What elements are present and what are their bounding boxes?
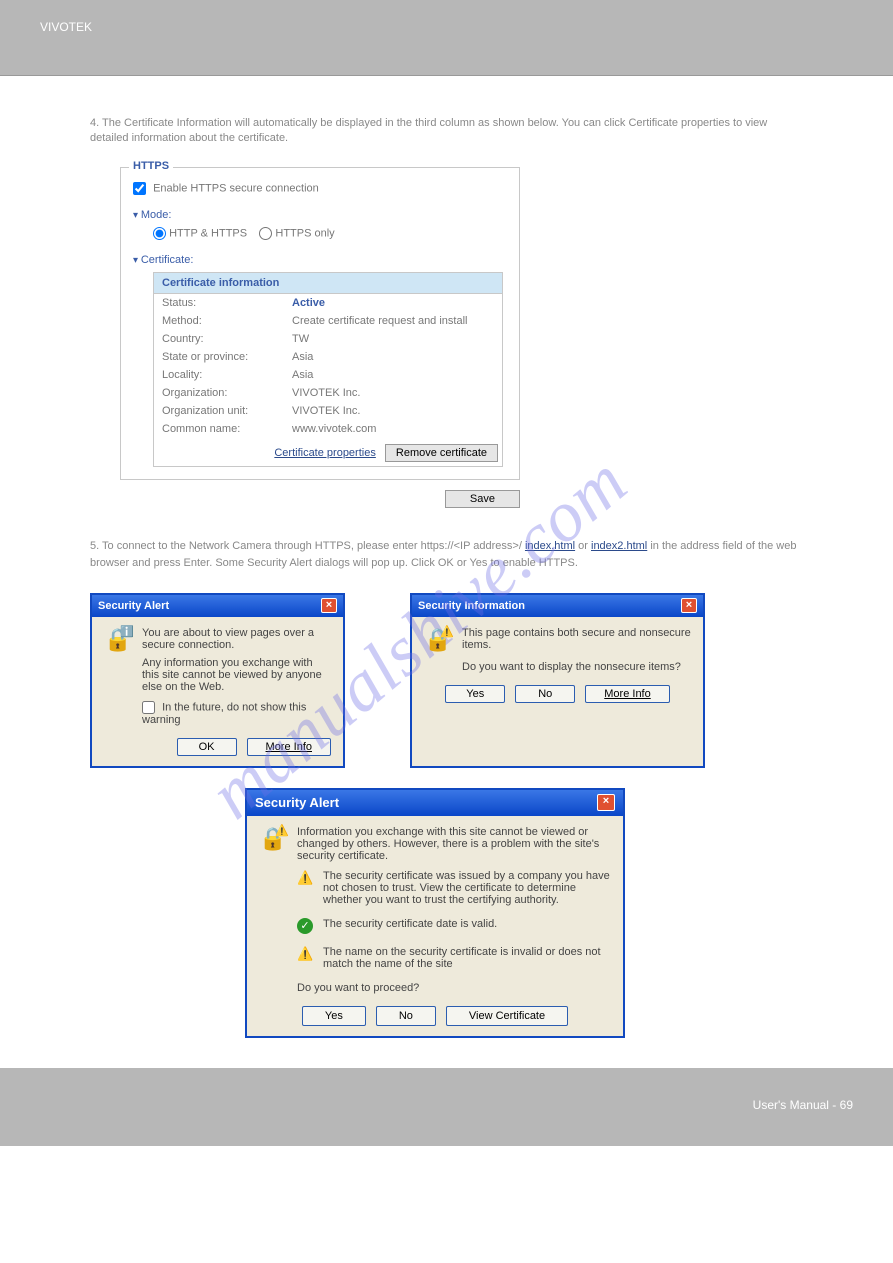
enable-https-row: Enable HTTPS secure connection xyxy=(133,182,507,195)
cert-row: Status:Active xyxy=(154,294,502,312)
lock-warn-icon xyxy=(259,826,287,854)
footer-right: User's Manual - 69 xyxy=(753,1098,853,1112)
dialog-body: Information you exchange with this site … xyxy=(247,816,623,1036)
lock-warn-icon xyxy=(424,627,452,655)
close-icon[interactable]: × xyxy=(597,794,615,811)
dialog-intro: Information you exchange with this site … xyxy=(297,826,611,862)
dialogs-row: Security Alert × You are about to view p… xyxy=(90,593,803,768)
no-button[interactable]: No xyxy=(376,1006,436,1026)
enable-https-label: Enable HTTPS secure connection xyxy=(153,182,319,194)
mode-toggle[interactable]: Mode: xyxy=(133,209,507,221)
remove-certificate-button[interactable]: Remove certificate xyxy=(385,444,498,462)
dialog-line: Any information you exchange with this s… xyxy=(142,657,331,693)
cert-warning-text: The name on the security certificate is … xyxy=(323,946,611,970)
dialog-titlebar: Security Information × xyxy=(412,595,703,617)
dialog-line: You are about to view pages over a secur… xyxy=(142,627,331,651)
cert-ok-text: The security certificate date is valid. xyxy=(323,918,497,934)
mode-radio-http-https[interactable] xyxy=(153,227,166,240)
warning-icon xyxy=(297,946,313,962)
https-fieldset: HTTPS Enable HTTPS secure connection Mod… xyxy=(120,167,520,480)
close-icon[interactable]: × xyxy=(321,598,337,613)
cert-row: Organization unit:VIVOTEK Inc. xyxy=(154,402,502,420)
cert-warning-text: The security certificate was issued by a… xyxy=(323,870,611,906)
cert-message-list: The security certificate was issued by a… xyxy=(297,870,611,970)
certificate-header: Certificate information xyxy=(154,273,502,294)
dialog-title: Security Alert xyxy=(255,795,339,810)
page-footer: User's Manual - 69 xyxy=(0,1068,893,1146)
dialog-line: Do you want to display the nonsecure ite… xyxy=(462,661,691,673)
cert-row: Organization:VIVOTEK Inc. xyxy=(154,384,502,402)
index-link[interactable]: index.html xyxy=(525,540,575,552)
dialog-body: This page contains both secure and nonse… xyxy=(412,617,703,713)
certificate-table: Certificate information Status:Active Me… xyxy=(153,272,503,467)
more-info-button[interactable]: More Info xyxy=(585,685,669,703)
certificate-toggle[interactable]: Certificate: xyxy=(133,254,507,266)
security-information-dialog: Security Information × This page contain… xyxy=(410,593,705,768)
dialog-title: Security Information xyxy=(418,600,525,612)
header-brand: VIVOTEK xyxy=(40,20,92,34)
dialog-body: You are about to view pages over a secur… xyxy=(92,617,343,766)
dialog-line: This page contains both secure and nonse… xyxy=(462,627,691,651)
index2-link[interactable]: index2.html xyxy=(591,540,647,552)
dialog-buttons: Yes No More Info xyxy=(424,685,691,703)
cert-row: State or province:Asia xyxy=(154,348,502,366)
cert-ok-item: The security certificate date is valid. xyxy=(297,918,611,934)
save-row: Save xyxy=(120,490,520,508)
dialog-buttons: Yes No View Certificate xyxy=(259,1006,611,1026)
save-button[interactable]: Save xyxy=(445,490,520,508)
cert-warning-item: The security certificate was issued by a… xyxy=(297,870,611,906)
warning-icon xyxy=(297,870,313,886)
security-alert-dialog-1: Security Alert × You are about to view p… xyxy=(90,593,345,768)
cert-row: Country:TW xyxy=(154,330,502,348)
mode-https-only-label: HTTPS only xyxy=(275,227,334,239)
in-future-label: In the future, do not show this warning xyxy=(142,701,306,726)
cert-properties-link[interactable]: Certificate properties xyxy=(274,447,376,459)
close-icon[interactable]: × xyxy=(681,598,697,613)
page-content: manualshive.com 4. The Certificate Infor… xyxy=(0,76,893,1038)
mode-options: HTTP & HTTPS HTTPS only xyxy=(153,227,507,240)
enable-https-checkbox[interactable] xyxy=(133,182,146,195)
yes-button[interactable]: Yes xyxy=(302,1006,366,1026)
dialog-title: Security Alert xyxy=(98,600,169,612)
cert-row: Locality:Asia xyxy=(154,366,502,384)
security-alert-dialog-2: Security Alert × Information you exchang… xyxy=(245,788,625,1038)
more-info-button[interactable]: More Info xyxy=(247,738,331,756)
page-header: VIVOTEK xyxy=(0,0,893,76)
certificate-actions: Certificate properties Remove certificat… xyxy=(154,438,502,466)
mode-radio-https-only[interactable] xyxy=(259,227,272,240)
dialog-titlebar: Security Alert × xyxy=(247,790,623,816)
mode-http-https-label: HTTP & HTTPS xyxy=(169,227,247,239)
step-paragraph: 5. To connect to the Network Camera thro… xyxy=(90,538,803,573)
no-button[interactable]: No xyxy=(515,685,575,703)
ok-button[interactable]: OK xyxy=(177,738,237,756)
proceed-question: Do you want to proceed? xyxy=(297,982,611,994)
cert-row: Common name:www.vivotek.com xyxy=(154,420,502,438)
in-future-checkbox[interactable] xyxy=(142,701,155,714)
dialog-titlebar: Security Alert × xyxy=(92,595,343,617)
view-certificate-button[interactable]: View Certificate xyxy=(446,1006,568,1026)
dialog-buttons: OK More Info xyxy=(104,738,331,756)
cert-row: Method:Create certificate request and in… xyxy=(154,312,502,330)
in-future-row: In the future, do not show this warning xyxy=(142,701,331,726)
intro-paragraph: 4. The Certificate Information will auto… xyxy=(90,116,803,147)
yes-button[interactable]: Yes xyxy=(445,685,505,703)
lock-info-icon xyxy=(104,627,132,655)
cert-warning-item: The name on the security certificate is … xyxy=(297,946,611,970)
https-legend: HTTPS xyxy=(129,160,173,172)
checkmark-icon xyxy=(297,918,313,934)
